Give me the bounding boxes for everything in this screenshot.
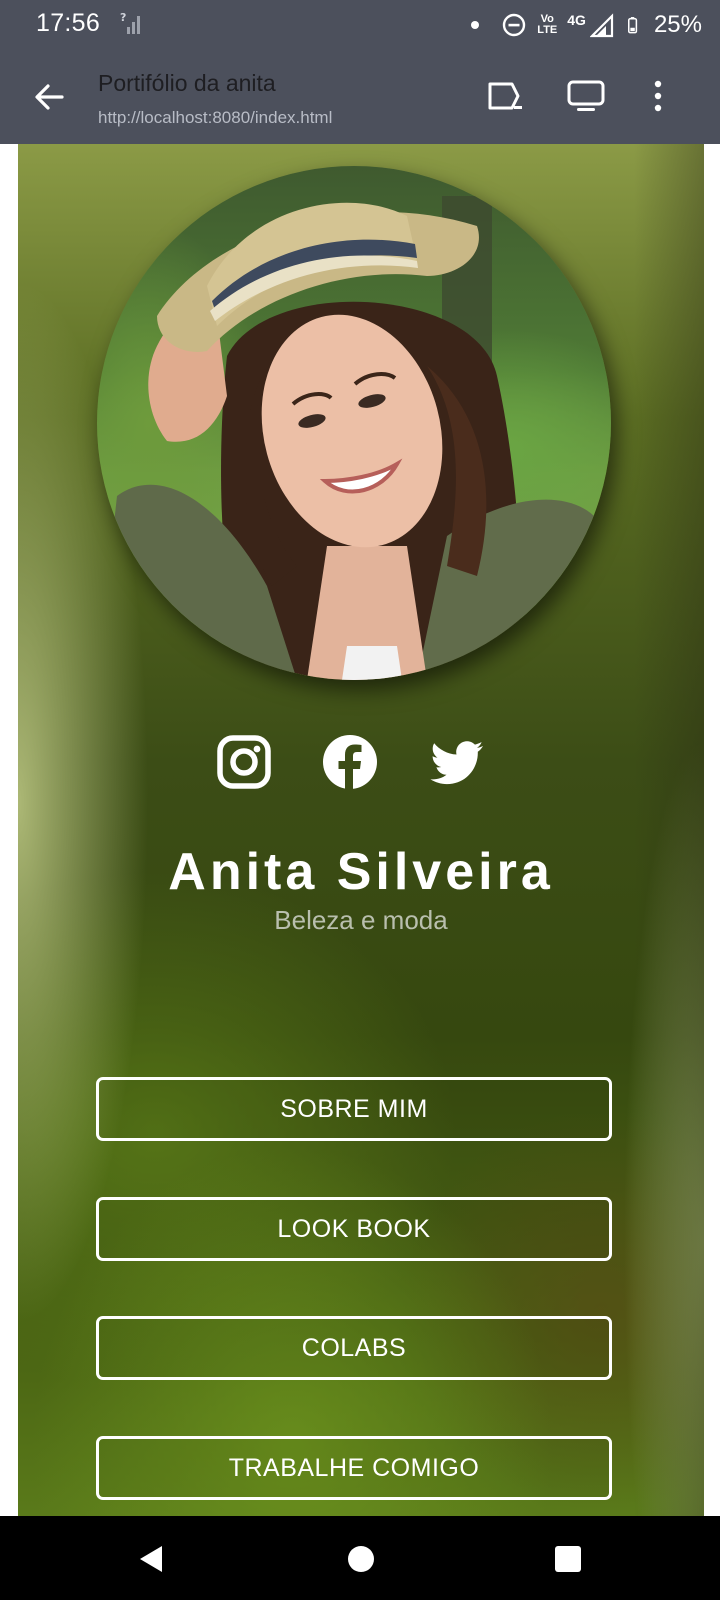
volte-indicator: Vo LTE	[537, 14, 557, 36]
instagram-icon[interactable]	[216, 734, 272, 790]
desktop-screen-icon[interactable]	[565, 74, 609, 118]
no-sim-signal-icon: ?	[120, 11, 140, 34]
signal-icon	[589, 13, 614, 38]
battery-percent: 25%	[653, 11, 702, 38]
facebook-icon[interactable]	[322, 734, 378, 790]
look-book-button[interactable]: LOOK BOOK	[96, 1197, 612, 1261]
network-type: 4G	[567, 12, 586, 28]
work-with-me-button[interactable]: TRABALHE COMIGO	[96, 1436, 612, 1500]
back-arrow-icon[interactable]	[28, 76, 70, 118]
status-bar: 17:56 ? Vo LTE 4G 25%	[0, 0, 720, 50]
twitter-icon[interactable]	[430, 734, 486, 790]
profile-subtitle: Beleza e moda	[274, 905, 448, 935]
profile-photo	[97, 166, 611, 680]
woman-portrait-illustration	[97, 196, 611, 680]
cast-icon[interactable]	[482, 74, 526, 118]
volte-bottom-label: LTE	[537, 24, 558, 36]
browser-toolbar: Portifólio da anita http://localhost:808…	[0, 50, 720, 144]
profile-card: Anita Silveira Beleza e moda SOBRE MIM L…	[18, 144, 704, 1516]
nav-recent-apps-icon[interactable]	[555, 1546, 581, 1572]
notification-dot-icon	[471, 21, 480, 29]
card-shade	[634, 144, 704, 1516]
svg-text:?: ?	[120, 11, 126, 24]
about-me-button[interactable]: SOBRE MIM	[96, 1077, 612, 1141]
do-not-disturb-icon	[503, 13, 526, 37]
colabs-button[interactable]: COLABS	[96, 1316, 612, 1380]
web-page: Anita Silveira Beleza e moda SOBRE MIM L…	[0, 144, 720, 1516]
page-url: http://localhost:8080/index.html	[98, 108, 333, 127]
status-time: 17:56	[36, 9, 101, 37]
navigation-bar	[0, 1516, 720, 1600]
profile-name: Anita Silveira	[168, 843, 554, 901]
battery-icon	[627, 17, 638, 34]
page-title: Portifólio da anita	[98, 70, 276, 96]
nav-back-icon[interactable]	[136, 1544, 166, 1574]
more-vertical-icon[interactable]	[650, 74, 694, 118]
nav-home-icon[interactable]	[348, 1546, 374, 1572]
status-icons: Vo LTE 4G 25%	[471, 8, 702, 42]
